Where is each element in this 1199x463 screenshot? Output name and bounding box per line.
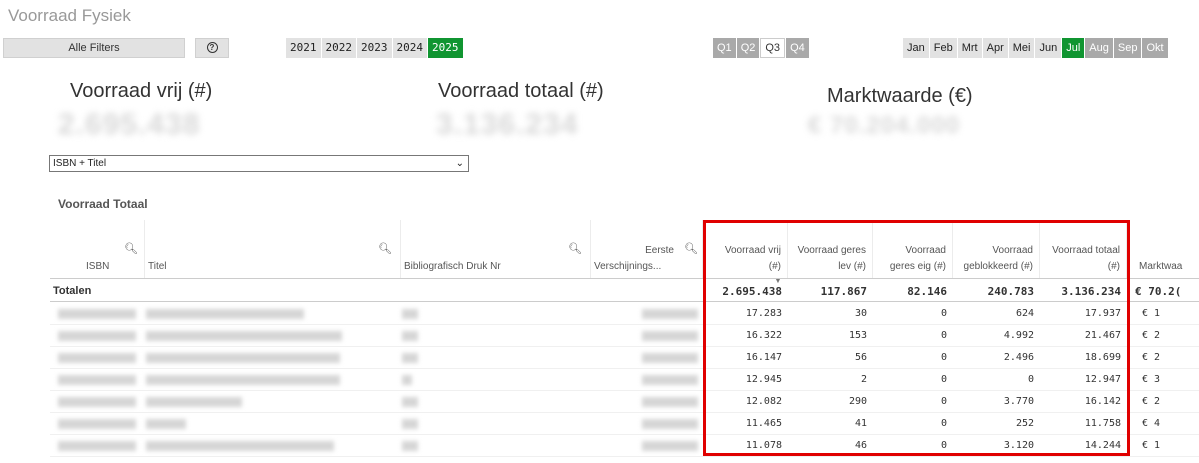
cell-marktwaarde: € 2 bbox=[1142, 330, 1161, 341]
titel-cell bbox=[146, 397, 242, 407]
biblio-cell bbox=[402, 397, 418, 407]
month-button[interactable]: Sep bbox=[1113, 38, 1142, 58]
cell-marktwaarde: € 2 bbox=[1142, 352, 1161, 363]
isbn-cell bbox=[58, 419, 136, 429]
total-marktwaarde: € 70.2( bbox=[1135, 285, 1182, 298]
isbn-cell bbox=[58, 309, 136, 319]
year-button[interactable]: 2023 bbox=[357, 38, 392, 58]
kpi-voorraad-vrij-title: Voorraad vrij (#) bbox=[70, 80, 213, 102]
isbn-cell bbox=[58, 375, 136, 385]
dimension-dropdown[interactable]: ISBN + Titel ⌄ bbox=[49, 155, 469, 172]
col-label: Titel bbox=[148, 261, 167, 272]
totals-label: Totalen bbox=[53, 285, 92, 297]
biblio-cell bbox=[402, 331, 418, 341]
search-icon[interactable]: 🔍︎ bbox=[124, 242, 138, 255]
titel-cell bbox=[146, 353, 340, 363]
year-selector: 2021 2022 2023 2024 2025 bbox=[286, 38, 463, 58]
cell-marktwaarde: € 3 bbox=[1142, 374, 1161, 385]
chevron-down-icon: ⌄ bbox=[455, 158, 464, 169]
eerste-verschijning-cell bbox=[642, 309, 698, 319]
highlight-box bbox=[703, 220, 1130, 456]
month-button[interactable]: Mei bbox=[1008, 38, 1035, 58]
quarter-button[interactable]: Q3 bbox=[760, 38, 786, 58]
year-button-selected[interactable]: 2025 bbox=[428, 38, 463, 58]
titel-cell bbox=[146, 375, 340, 385]
col-label: Bibliografisch Druk Nr bbox=[404, 261, 501, 272]
cell-marktwaarde: € 1 bbox=[1142, 308, 1161, 319]
col-header-titel[interactable]: 🔍︎ Titel bbox=[145, 220, 401, 278]
quarter-selector: Q1 Q2 Q3 Q4 bbox=[713, 38, 809, 58]
help-icon: ? bbox=[206, 42, 218, 54]
month-button[interactable]: Feb bbox=[929, 38, 957, 58]
month-button[interactable]: Jan bbox=[903, 38, 929, 58]
month-button[interactable]: Mrt bbox=[957, 38, 982, 58]
all-filters-button[interactable]: Alle Filters bbox=[3, 38, 185, 58]
isbn-cell bbox=[58, 353, 136, 363]
eerste-verschijning-cell bbox=[642, 375, 698, 385]
kpi-marktwaarde-value: € 70.204.000 bbox=[808, 112, 961, 139]
eerste-verschijning-cell bbox=[642, 331, 698, 341]
search-icon[interactable]: 🔍︎ bbox=[378, 242, 392, 255]
isbn-cell bbox=[58, 441, 136, 451]
quarter-button[interactable]: Q4 bbox=[786, 38, 809, 58]
isbn-cell bbox=[58, 397, 136, 407]
month-selector: Jan Feb Mrt Apr Mei Jun Jul Aug Sep Okt bbox=[903, 38, 1168, 58]
dropdown-value: ISBN + Titel bbox=[53, 158, 107, 169]
col-label: ISBN bbox=[86, 261, 110, 272]
titel-cell bbox=[146, 309, 304, 319]
biblio-cell bbox=[402, 441, 418, 451]
titel-cell bbox=[146, 331, 342, 341]
kpi-voorraad-vrij-value: 2.695.438 bbox=[58, 108, 201, 141]
month-button[interactable]: Aug bbox=[1085, 38, 1113, 58]
month-button-selected[interactable]: Jul bbox=[1062, 38, 1085, 58]
help-button[interactable]: ? bbox=[195, 38, 229, 58]
eerste-verschijning-cell bbox=[642, 419, 698, 429]
col-label: Marktwaa bbox=[1139, 261, 1183, 272]
year-button[interactable]: 2021 bbox=[286, 38, 321, 58]
col-header-isbn[interactable]: 🔍︎ ISBN bbox=[50, 220, 145, 278]
biblio-cell bbox=[402, 353, 418, 363]
quarter-button[interactable]: Q1 bbox=[713, 38, 736, 58]
cell-marktwaarde: € 2 bbox=[1142, 396, 1161, 407]
col-header-eerste-verschijning[interactable]: 🔍︎ Eerste Verschijnings... bbox=[591, 220, 703, 278]
kpi-marktwaarde-title: Marktwaarde (€) bbox=[827, 85, 973, 107]
eerste-verschijning-cell bbox=[642, 353, 698, 363]
biblio-cell bbox=[402, 419, 418, 429]
eerste-verschijning-cell bbox=[642, 397, 698, 407]
col-header-biblio[interactable]: 🔍︎ Bibliografisch Druk Nr bbox=[401, 220, 591, 278]
page-title: Voorraad Fysiek bbox=[8, 6, 131, 25]
search-icon[interactable]: 🔍︎ bbox=[568, 242, 582, 255]
month-button[interactable]: Apr bbox=[982, 38, 1008, 58]
biblio-cell bbox=[402, 375, 412, 385]
section-title: Voorraad Totaal bbox=[58, 197, 148, 211]
year-button[interactable]: 2022 bbox=[321, 38, 356, 58]
isbn-cell bbox=[58, 331, 136, 341]
cell-marktwaarde: € 1 bbox=[1142, 440, 1161, 451]
titel-cell bbox=[146, 441, 334, 451]
titel-cell bbox=[146, 419, 186, 429]
biblio-cell bbox=[402, 309, 418, 319]
quarter-button[interactable]: Q2 bbox=[736, 38, 760, 58]
month-button[interactable]: Jun bbox=[1035, 38, 1062, 58]
eerste-verschijning-cell bbox=[642, 441, 698, 451]
search-icon[interactable]: 🔍︎ bbox=[684, 242, 698, 255]
month-button[interactable]: Okt bbox=[1142, 38, 1168, 58]
kpi-voorraad-totaal-title: Voorraad totaal (#) bbox=[438, 80, 604, 102]
cell-marktwaarde: € 4 bbox=[1142, 418, 1161, 429]
kpi-voorraad-totaal-value: 3.136.234 bbox=[436, 108, 579, 141]
col-label: Verschijnings... bbox=[594, 261, 662, 272]
year-button[interactable]: 2024 bbox=[392, 38, 427, 58]
col-header-marktwaarde[interactable]: Marktwaa bbox=[1127, 220, 1199, 278]
col-label: Eerste bbox=[645, 245, 674, 256]
